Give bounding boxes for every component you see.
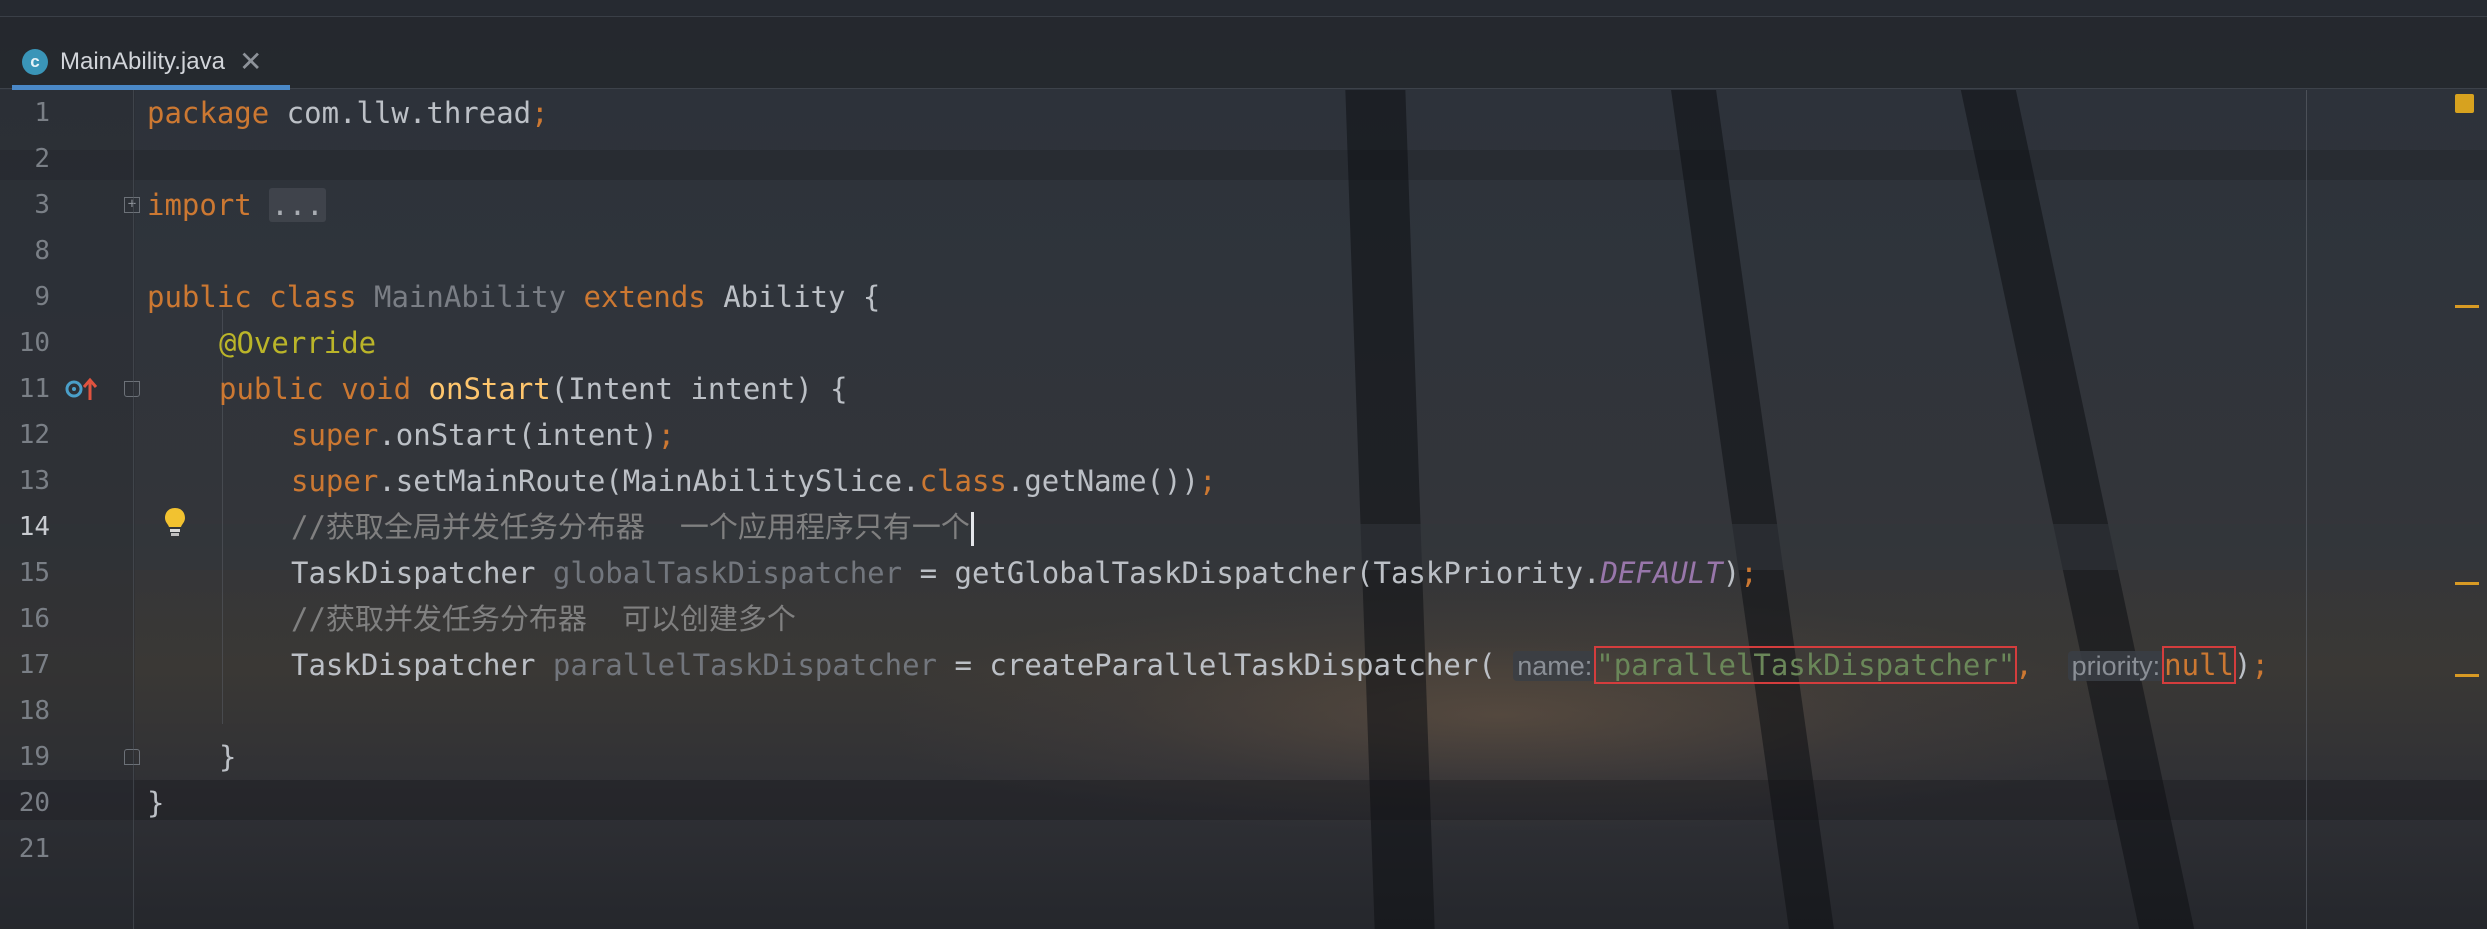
tab-label: MainAbility.java bbox=[60, 47, 225, 75]
line-number: 16 bbox=[18, 604, 50, 634]
line-number-current: 14 bbox=[18, 512, 50, 542]
code-line-17: TaskDispatcher parallelTaskDispatcher = … bbox=[291, 646, 2269, 684]
line-number: 21 bbox=[18, 834, 50, 864]
fold-collapse-icon[interactable] bbox=[124, 381, 140, 397]
code-line-10: @Override bbox=[219, 326, 377, 360]
line-number: 9 bbox=[34, 282, 50, 312]
gutter-separator bbox=[133, 90, 134, 929]
line-number: 18 bbox=[18, 696, 50, 726]
line-number: 1 bbox=[34, 98, 50, 128]
code-line-3: import ... bbox=[147, 188, 326, 222]
lightbulb-icon[interactable] bbox=[163, 506, 187, 538]
fold-expand-icon[interactable]: + bbox=[124, 197, 140, 213]
scrollbar-warning-marker[interactable] bbox=[2455, 582, 2479, 585]
tab-mainability-java[interactable]: c MainAbility.java ✕ bbox=[12, 35, 290, 90]
close-icon[interactable]: ✕ bbox=[239, 47, 262, 76]
null-argument: null bbox=[2162, 646, 2237, 684]
line-number: 17 bbox=[18, 650, 50, 680]
fold-end-icon[interactable] bbox=[124, 749, 140, 765]
inspection-status-icon[interactable] bbox=[2455, 94, 2474, 113]
line-number: 10 bbox=[18, 328, 50, 358]
code-line-1: package com.llw.thread; bbox=[147, 96, 549, 130]
string-argument: "parallelTaskDispatcher" bbox=[1594, 646, 2018, 684]
right-margin-guide bbox=[2306, 90, 2307, 929]
code-line-11: public void onStart(Intent intent) { bbox=[219, 372, 848, 406]
overrides-method-icon[interactable] bbox=[64, 376, 100, 402]
line-number: 2 bbox=[34, 144, 50, 174]
line-number: 8 bbox=[34, 236, 50, 266]
code-line-9: public class MainAbility extends Ability… bbox=[147, 280, 881, 314]
line-number: 11 bbox=[18, 374, 50, 404]
param-hint-name: name: bbox=[1513, 651, 1597, 681]
folded-imports[interactable]: ... bbox=[269, 188, 326, 222]
code-line-15: TaskDispatcher globalTaskDispatcher = ge… bbox=[291, 556, 1758, 590]
code-line-19: } bbox=[219, 740, 237, 774]
title-strip bbox=[0, 0, 2487, 17]
line-number: 12 bbox=[18, 420, 50, 450]
code-line-20: } bbox=[147, 786, 165, 820]
editor-window: c MainAbility.java ✕ 1 2 3 8 9 10 11 12 … bbox=[0, 0, 2487, 929]
java-class-icon: c bbox=[22, 48, 48, 75]
line-number: 13 bbox=[18, 466, 50, 496]
editor-tab-bar: c MainAbility.java ✕ bbox=[0, 17, 2487, 90]
text-caret bbox=[970, 512, 974, 546]
scrollbar-warning-marker[interactable] bbox=[2455, 674, 2479, 677]
scrollbar-warning-marker[interactable] bbox=[2455, 305, 2479, 308]
code-line-14: //获取全局并发任务分布器 一个应用程序只有一个 bbox=[291, 504, 974, 550]
line-number: 20 bbox=[18, 788, 50, 818]
code-line-12: super.onStart(intent); bbox=[291, 418, 676, 452]
line-number: 19 bbox=[18, 742, 50, 772]
line-number: 15 bbox=[18, 558, 50, 588]
line-number: 3 bbox=[34, 190, 50, 220]
line-number-gutter: 1 2 3 8 9 10 11 12 13 14 15 16 17 18 19 … bbox=[0, 90, 140, 929]
param-hint-priority: priority: bbox=[2067, 651, 2165, 681]
code-line-16: //获取并发任务分布器 可以创建多个 bbox=[291, 602, 796, 636]
code-line-13: super.setMainRoute(MainAbilitySlice.clas… bbox=[291, 464, 1217, 498]
